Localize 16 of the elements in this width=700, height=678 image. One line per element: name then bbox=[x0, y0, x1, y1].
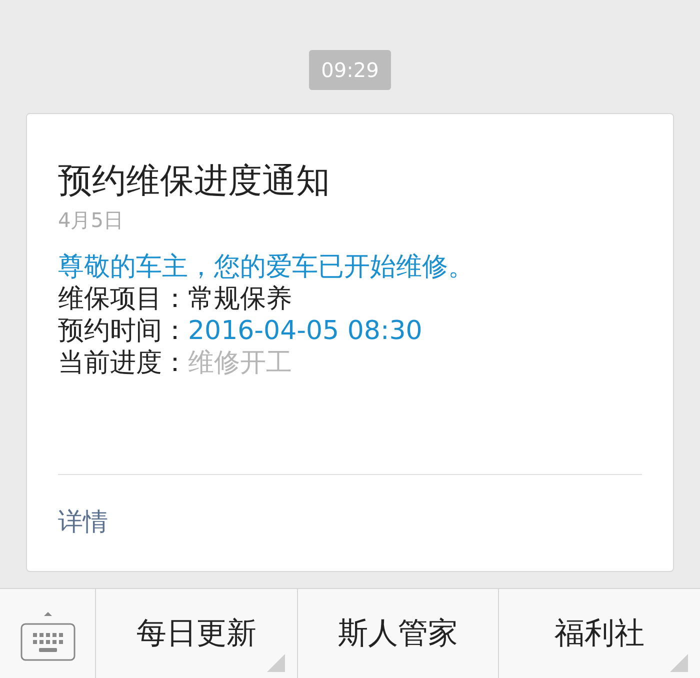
field-value: 2016-04-05 08:30 bbox=[188, 315, 422, 347]
details-link[interactable]: 详情 bbox=[58, 505, 108, 539]
field-label: 当前进度： bbox=[58, 347, 188, 379]
field-label: 预约时间： bbox=[58, 315, 188, 347]
field-value: 维修开工 bbox=[188, 347, 292, 379]
field-label: 维保项目： bbox=[58, 283, 188, 315]
submenu-indicator-icon bbox=[670, 654, 688, 672]
field-value: 常规保养 bbox=[188, 283, 292, 315]
submenu-indicator-icon bbox=[266, 654, 285, 672]
menu-button[interactable]: 福利社 bbox=[499, 589, 700, 678]
menu-button[interactable]: 每日更新 bbox=[96, 589, 298, 678]
menu-button[interactable]: 斯人管家 bbox=[298, 589, 500, 678]
timestamp: 09:29 bbox=[309, 50, 391, 90]
card-title: 预约维保进度通知 bbox=[58, 160, 331, 203]
card-date: 4月5日 bbox=[58, 207, 124, 234]
notice-text: 尊敬的车主，您的爱车已开始维修。 bbox=[58, 251, 475, 283]
